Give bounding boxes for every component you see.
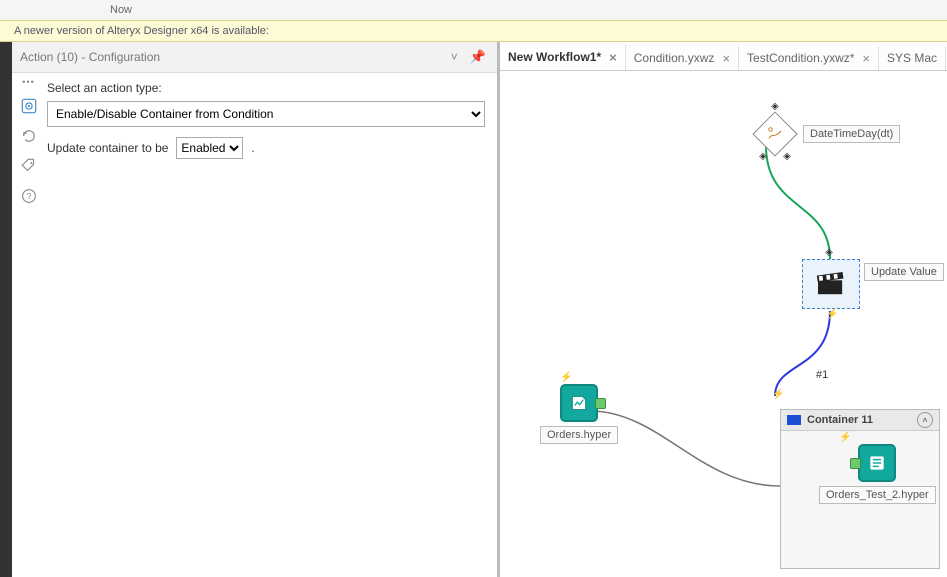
container-header[interactable]: Container 11 ˄ — [781, 410, 939, 431]
tab-label: SYS Mac — [887, 51, 937, 65]
tab-label: TestCondition.yxwz* — [747, 51, 854, 65]
tab-condition[interactable]: Condition.yxwz × — [626, 46, 739, 70]
input-data-label: Orders.hyper — [540, 426, 618, 444]
output-anchor — [595, 398, 606, 409]
anchor-icon — [824, 247, 834, 257]
gear-icon[interactable] — [18, 95, 40, 117]
more-icon[interactable]: ••• — [22, 77, 34, 87]
tag-icon[interactable] — [18, 155, 40, 177]
collapse-icon[interactable]: ˄ — [917, 412, 933, 428]
action-type-dropdown[interactable]: Enable/Disable Container from Condition — [47, 101, 485, 127]
configuration-pane: Action (10) - Configuration ˅ 📌 ••• — [12, 42, 498, 577]
tab-label: Condition.yxwz — [634, 51, 715, 65]
notification-text: A newer version of Alteryx Designer x64 … — [14, 25, 269, 37]
anchor-t-icon — [758, 151, 768, 161]
close-icon[interactable]: × — [722, 51, 730, 66]
condition-tool-label: DateTimeDay(dt) — [803, 125, 900, 143]
configuration-form: Select an action type: Enable/Disable Co… — [45, 73, 497, 577]
workflow-tabbar: New Workflow1* × Condition.yxwz × TestCond… — [500, 42, 947, 71]
left-gutter — [0, 42, 12, 577]
input-data-tool[interactable]: ⚡ Orders.hyper — [540, 384, 618, 444]
enabled-dropdown[interactable]: Enabled — [176, 137, 243, 159]
tab-label: New Workflow1* — [508, 50, 601, 64]
action-tool-label: Update Value — [864, 263, 944, 281]
help-icon[interactable]: ? — [18, 185, 40, 207]
collapse-icon[interactable]: ˅ — [448, 50, 461, 64]
menu-strip: Now — [0, 0, 947, 20]
svg-text:?: ? — [26, 192, 31, 201]
output-data-label: Orders_Test_2.hyper — [819, 486, 936, 504]
container-title: Container 11 — [807, 414, 873, 426]
refresh-icon[interactable] — [18, 125, 40, 147]
container-chip-icon — [787, 415, 801, 425]
output-data-tool[interactable]: ⚡ Orders_Test_2.hyper — [819, 444, 936, 504]
connection-label: #1 — [816, 369, 828, 381]
update-notification[interactable]: A newer version of Alteryx Designer x64 … — [0, 20, 947, 42]
workflow-canvas[interactable]: DateTimeDay(dt) ⚡ Update Value #1 ⚡ ⚡ — [500, 71, 947, 577]
config-icon-column: ••• ? — [12, 73, 45, 577]
close-icon[interactable]: × — [862, 51, 870, 66]
bolt-icon: ⚡ — [839, 432, 851, 443]
action-type-label: Select an action type: — [47, 81, 485, 95]
overbar-text: Now — [110, 4, 132, 16]
bolt-icon: ⚡ — [560, 372, 572, 383]
sentence-end: . — [251, 141, 254, 155]
tab-sys-mac[interactable]: SYS Mac — [879, 46, 946, 70]
close-icon[interactable]: × — [609, 50, 617, 65]
tool-container-11[interactable]: Container 11 ˄ ⚡ Orders_Test_2.hyper — [780, 409, 940, 569]
configuration-title: Action (10) - Configuration — [20, 50, 160, 64]
configuration-header: Action (10) - Configuration ˅ 📌 — [12, 42, 497, 73]
bolt-icon: ⚡ — [826, 309, 838, 320]
canvas-pane: New Workflow1* × Condition.yxwz × TestCond… — [498, 42, 947, 577]
tab-new-workflow1[interactable]: New Workflow1* × — [500, 45, 626, 71]
bolt-icon: ⚡ — [772, 389, 784, 400]
action-tool[interactable]: ⚡ Update Value — [802, 259, 860, 309]
anchor-icon — [770, 101, 780, 111]
update-container-label: Update container to be — [47, 141, 168, 155]
condition-tool[interactable] — [755, 113, 795, 153]
anchor-f-icon — [782, 151, 792, 161]
input-anchor — [850, 458, 861, 469]
tab-testcondition[interactable]: TestCondition.yxwz* × — [739, 46, 879, 70]
pin-icon[interactable]: 📌 — [467, 49, 489, 65]
